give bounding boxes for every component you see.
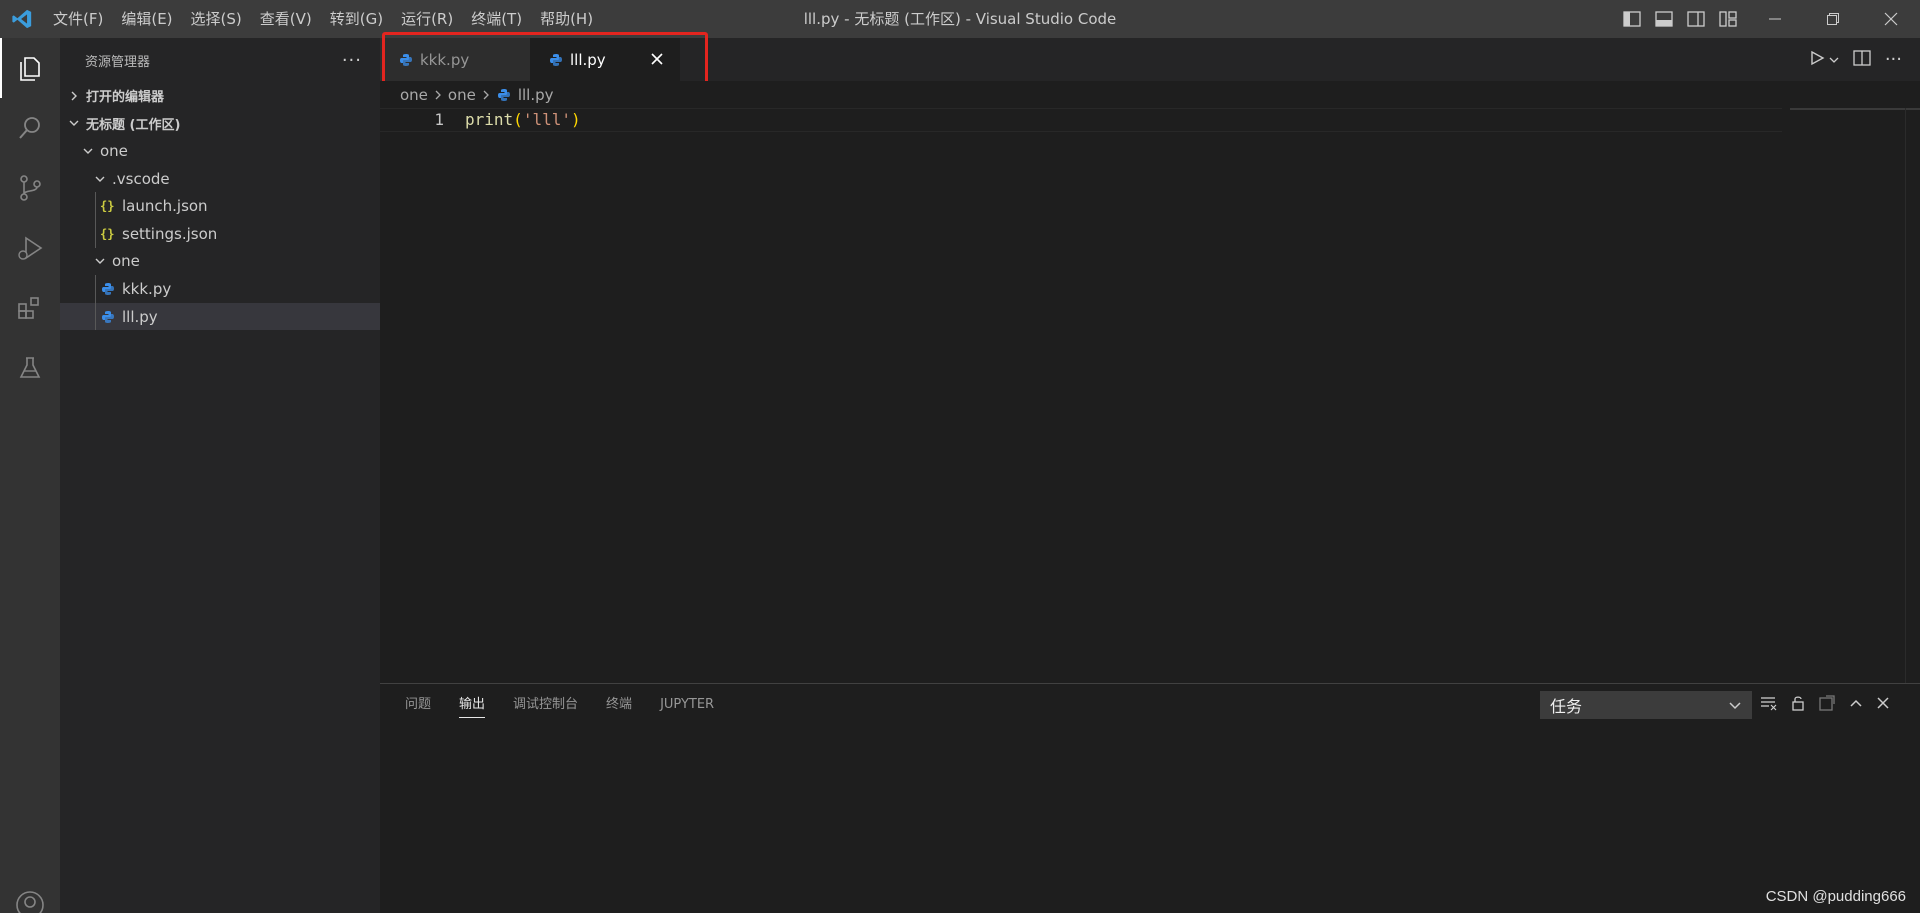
- code-paren: (: [513, 110, 523, 129]
- tree-item-label: one: [100, 141, 128, 160]
- lock-scroll-icon[interactable]: [1790, 695, 1806, 715]
- code-function: print: [465, 110, 514, 129]
- menu-file[interactable]: 文件(F): [44, 0, 112, 38]
- output-channel-select[interactable]: 任务: [1540, 691, 1752, 719]
- breadcrumb-item[interactable]: one: [400, 86, 428, 104]
- tree-item-lll-py[interactable]: lll.py: [60, 302, 380, 331]
- tab-problems[interactable]: 问题: [405, 684, 431, 726]
- python-file-icon: [100, 309, 116, 325]
- explorer-icon[interactable]: [0, 38, 60, 98]
- tree-item-label: settings.json: [122, 224, 218, 243]
- editor-actions: ···: [1809, 38, 1902, 81]
- menu-selection[interactable]: 选择(S): [182, 0, 251, 38]
- code-line[interactable]: 1 print('lll'): [380, 108, 1782, 132]
- workspace-label: 无标题 (工作区): [86, 117, 181, 133]
- tree-item-folder-vscode[interactable]: .vscode: [60, 165, 380, 193]
- tree-item-label: kkk.py: [122, 279, 172, 298]
- minimap-slider[interactable]: [1790, 108, 1920, 110]
- explorer-sidebar: 资源管理器 ··· 打开的编辑器 无标题 (工作区) one .vscode {…: [60, 38, 380, 913]
- chevron-down-icon: [92, 171, 108, 187]
- chevron-down-icon: [66, 115, 82, 131]
- close-window-icon[interactable]: [1862, 0, 1920, 38]
- breadcrumb: one one lll.py: [380, 81, 1920, 108]
- close-panel-icon[interactable]: [1876, 696, 1890, 714]
- testing-flask-icon[interactable]: [0, 338, 60, 398]
- split-editor-icon[interactable]: [1853, 49, 1871, 70]
- maximize-panel-icon[interactable]: [1848, 695, 1864, 715]
- code-paren: ): [570, 110, 581, 129]
- code-string: 'lll': [522, 110, 571, 129]
- tree-item-label: lll.py: [122, 307, 158, 326]
- layout-controls: [1620, 0, 1740, 38]
- tabs-highlight-annotation: [382, 32, 708, 85]
- vscode-logo-icon: [0, 0, 44, 38]
- menu-edit[interactable]: 编辑(E): [112, 0, 181, 38]
- customize-layout-icon[interactable]: [1716, 7, 1740, 31]
- breadcrumb-item[interactable]: one: [448, 86, 476, 104]
- clear-output-icon[interactable]: [1760, 695, 1778, 715]
- tab-jupyter[interactable]: JUPYTER: [660, 684, 714, 726]
- line-number: 1: [434, 110, 444, 129]
- more-actions-icon[interactable]: ···: [1885, 49, 1902, 70]
- account-icon[interactable]: [0, 890, 60, 913]
- extensions-icon[interactable]: [0, 278, 60, 338]
- open-log-file-icon[interactable]: [1818, 695, 1836, 715]
- json-file-icon: {}: [100, 226, 115, 241]
- run-python-file-icon[interactable]: [1809, 50, 1825, 70]
- json-file-icon: {}: [100, 199, 115, 214]
- window-controls: [1746, 0, 1920, 38]
- toggle-secondary-sidebar-icon[interactable]: [1684, 7, 1708, 31]
- more-actions-icon[interactable]: ···: [342, 50, 362, 71]
- explorer-header: 资源管理器 ···: [60, 38, 380, 82]
- tree-item-folder-one-inner[interactable]: one: [60, 248, 380, 276]
- output-channel-value: 任务: [1550, 697, 1583, 716]
- tree-item-label: launch.json: [122, 197, 208, 216]
- toggle-primary-sidebar-icon[interactable]: [1620, 7, 1644, 31]
- tree-item-kkk-py[interactable]: kkk.py: [60, 275, 380, 303]
- run-dropdown-chevron-icon[interactable]: [1829, 51, 1839, 69]
- chevron-right-icon: [66, 88, 82, 104]
- chevron-right-icon: [430, 89, 446, 101]
- open-editors-section[interactable]: 打开的编辑器: [60, 82, 380, 110]
- chevron-down-icon: [80, 143, 96, 159]
- tree-item-label: one: [112, 252, 140, 271]
- source-control-icon[interactable]: [0, 158, 60, 218]
- python-file-icon: [100, 281, 116, 297]
- tree-item-label: .vscode: [112, 169, 170, 188]
- chevron-down-icon: [92, 253, 108, 269]
- activity-bar: [0, 38, 60, 913]
- vertical-scrollbar[interactable]: [1905, 108, 1906, 683]
- title-bar: 文件(F) 编辑(E) 选择(S) 查看(V) 转到(G) 运行(R) 终端(T…: [0, 0, 1920, 38]
- tab-debug-console[interactable]: 调试控制台: [513, 684, 578, 726]
- tab-terminal[interactable]: 终端: [606, 684, 632, 726]
- run-debug-icon[interactable]: [0, 218, 60, 278]
- restore-icon[interactable]: [1804, 0, 1862, 38]
- menu-view[interactable]: 查看(V): [251, 0, 321, 38]
- panel-actions: [1760, 691, 1890, 719]
- toggle-panel-icon[interactable]: [1652, 7, 1676, 31]
- chevron-down-icon: [1728, 697, 1742, 716]
- code-editor[interactable]: 1 print('lll'): [380, 108, 1920, 683]
- bottom-panel: 问题 输出 调试控制台 终端 JUPYTER 任务 CSDN @pudding6…: [380, 683, 1920, 913]
- minimize-icon[interactable]: [1746, 0, 1804, 38]
- code-text: print('lll'): [465, 109, 581, 131]
- tree-item-settings-json[interactable]: {} settings.json: [60, 219, 380, 248]
- open-editors-label: 打开的编辑器: [86, 90, 165, 106]
- watermark: CSDN @pudding666: [1765, 888, 1906, 905]
- tab-output[interactable]: 输出: [459, 684, 486, 726]
- chevron-right-icon: [478, 89, 494, 101]
- tree-item-folder-one[interactable]: one: [60, 137, 380, 165]
- workspace-section[interactable]: 无标题 (工作区): [60, 110, 380, 138]
- breadcrumb-item[interactable]: lll.py: [518, 86, 554, 104]
- tree-item-launch-json[interactable]: {} launch.json: [60, 192, 380, 220]
- explorer-title: 资源管理器: [85, 54, 151, 70]
- menu-go[interactable]: 转到(G): [321, 0, 392, 38]
- search-icon[interactable]: [0, 98, 60, 158]
- panel-tabs: 问题 输出 调试控制台 终端 JUPYTER: [405, 684, 714, 726]
- python-file-icon: [496, 87, 512, 103]
